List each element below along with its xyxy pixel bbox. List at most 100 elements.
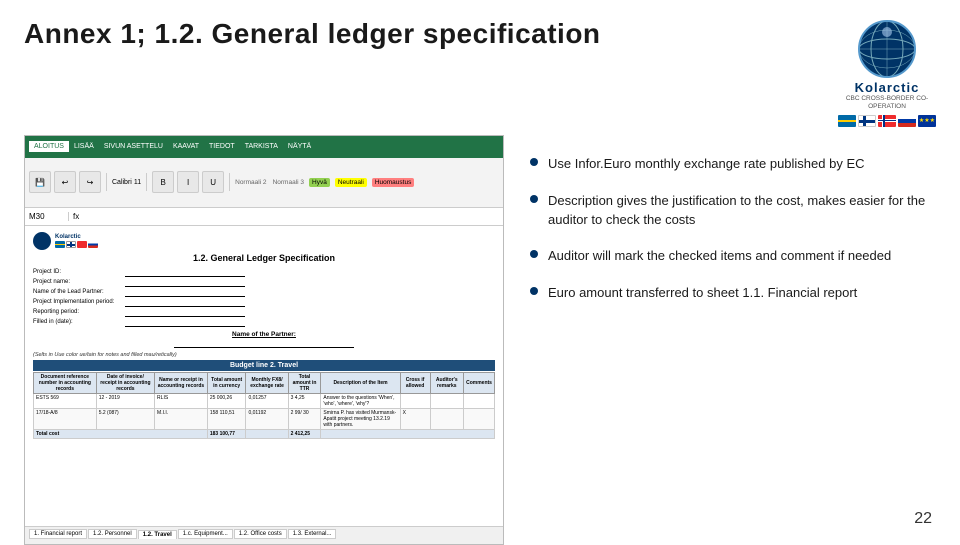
ribbon-tab-sivun[interactable]: SIVUN ASETTELU [99,141,168,152]
font-name: Calibri [112,179,132,186]
flag-norway-icon [878,115,896,127]
gl-spec-title: 1.2. General Ledger Specification [33,253,495,263]
gl-field-lead-partner-label: Name of the Lead Partner: [33,289,123,297]
cell-desc-1: Answer to the questions 'When', 'who', '… [321,393,400,408]
table-row: 17/18-A/8 5.2 (087) M.I.I. 158 110,51 0,… [34,408,495,429]
flag-eu-icon: ★★★ [918,115,936,127]
cell-total-ttr-2: 2 99/ 30 [288,408,321,429]
style-normal: Normaali 2 [235,179,266,186]
excel-bold-btn[interactable]: B [152,171,174,193]
col-total-curr: Total amount in currency [207,372,246,393]
sheet-tab-financial[interactable]: 1. Financial report [29,529,87,539]
excel-redo-btn[interactable]: ↪ [79,171,101,193]
cell-total-ttr-1: 3 4,25 [288,393,321,408]
ribbon-tab-kaavat[interactable]: KAAVAT [168,141,204,152]
cell-name-2: M.I.I. [155,408,208,429]
main-content: ALOITUS LISÄÄ SIVUN ASETTELU KAAVAT TIED… [0,135,960,545]
gl-spec-document: Kolarctic 1. [25,226,503,542]
gl-field-filled-value [125,319,245,327]
sheet-tab-office[interactable]: 1.2. Office costs [234,529,287,539]
gl-field-project-id-value [125,269,245,277]
cell-total-empty [321,429,495,438]
bullet-dot-1 [530,158,538,166]
cell-date-1: 12 - 2019 [96,393,154,408]
excel-undo-btn[interactable]: ↩ [54,171,76,193]
ribbon-tab-tiedot[interactable]: TIEDOT [204,141,240,152]
sheet-tab-equipment[interactable]: 1.c. Equipment... [178,529,233,539]
bullet-text-4: Euro amount transferred to sheet 1.1. Fi… [548,284,857,303]
gl-field-reporting-value [125,309,245,317]
col-rate: Monthly FX8/ exchange rate [246,372,288,393]
ribbon-tab-nayta[interactable]: NÄYTÄ [283,141,316,152]
sheet-tab-travel[interactable]: 1.2. Travel [138,530,177,539]
cell-remarks-2 [430,408,464,429]
cell-comments-1 [464,393,495,408]
budget-section-header: Budget line 2. Travel [33,360,495,371]
ribbon-tab-lisaa[interactable]: LISÄÄ [69,141,99,152]
cell-total-ttr-total: 2 412,25 [288,429,321,438]
bullet-dot-2 [530,195,538,203]
gl-field-reporting-label: Reporting period: [33,309,123,317]
ribbon-tab-aloitus[interactable]: ALOITUS [29,141,69,152]
bullet-text-2: Description gives the justification to t… [548,192,936,230]
cell-rate-total [246,429,288,438]
style-hyva: Hyvä [309,178,330,187]
bullet-dot-4 [530,287,538,295]
excel-underline-btn[interactable]: U [202,171,224,193]
ribbon-tab-tarkista[interactable]: TARKISTA [240,141,283,152]
partner-name-label: Name of the Partner: [33,331,495,338]
flags-row: ★★★ [838,115,936,127]
gl-field-project-name-value [125,279,245,287]
gl-field-lead-partner-value [125,289,245,297]
excel-formula-bar: M30 fx [25,208,503,226]
cell-date-2: 5.2 (087) [96,408,154,429]
flag-finland-icon [858,115,876,127]
page-title: Annex 1; 1.2. General ledger specificati… [24,18,601,50]
cell-rate-1: 0,01257 [246,393,288,408]
budget-table: Document reference number in accounting … [33,372,495,439]
gl-field-project-id-label: Project ID: [33,269,123,277]
style-neutraali: Neutraali [335,178,367,187]
cell-desc-2: Smirna P. has visited Murmansk-Apatit pr… [321,408,400,429]
gl-field-project-name-label: Project name: [33,279,123,287]
globe-icon [856,18,918,80]
bullet-item-2: Description gives the justification to t… [530,192,936,230]
cell-cross-2: X [400,408,430,429]
gl-flag-finland [66,241,76,248]
cell-total-curr-total: 183 100,77 [207,429,246,438]
page-number: 22 [914,510,932,528]
sheet-tab-external[interactable]: 1.3. External... [288,529,337,539]
sheet-tab-personnel[interactable]: 1.2. Personnel [88,529,137,539]
formula-icon: fx [73,212,79,221]
cell-total-label: Total cost [34,429,208,438]
col-ref: Document reference number in accounting … [34,372,97,393]
flag-sweden-icon [838,115,856,127]
excel-save-btn[interactable]: 💾 [29,171,51,193]
gl-field-impl-period-label: Project Implementation period: [33,299,123,307]
col-comments: Comments [464,372,495,393]
flag-russia-icon [898,115,916,127]
gl-field-filled-label: Filled in (date): [33,319,123,327]
cell-comments-2 [464,408,495,429]
bullets-area: Use Infor.Euro monthly exchange rate pub… [520,135,936,545]
bullet-item-1: Use Infor.Euro monthly exchange rate pub… [530,155,936,174]
gl-field-impl-period-value [125,299,245,307]
cell-cross-1 [400,393,430,408]
cell-total-curr-1: 25 000,26 [207,393,246,408]
col-date: Date of invoice/ receipt in accounting r… [96,372,154,393]
gl-flag-russia [88,241,98,248]
excel-body: Kolarctic 1. [25,226,503,542]
excel-ribbon: ALOITUS LISÄÄ SIVUN ASETTELU KAAVAT TIED… [25,136,503,158]
bullet-item-3: Auditor will mark the checked items and … [530,247,936,266]
excel-italic-btn[interactable]: I [177,171,199,193]
total-row: Total cost 183 100,77 2 412,25 [34,429,495,438]
kolarctic-name: Kolarctic [855,80,920,95]
col-name: Name or receipt in accounting records [155,372,208,393]
cell-ref-1: ESTS 569 [34,393,97,408]
cell-rate-2: 0,01192 [246,408,288,429]
cell-ref-2: 17/18-A/8 [34,408,97,429]
bullet-text-3: Auditor will mark the checked items and … [548,247,891,266]
gl-kolarctic-name: Kolarctic [55,234,98,240]
font-size: 11 [134,179,141,186]
header: Annex 1; 1.2. General ledger specificati… [0,0,960,135]
